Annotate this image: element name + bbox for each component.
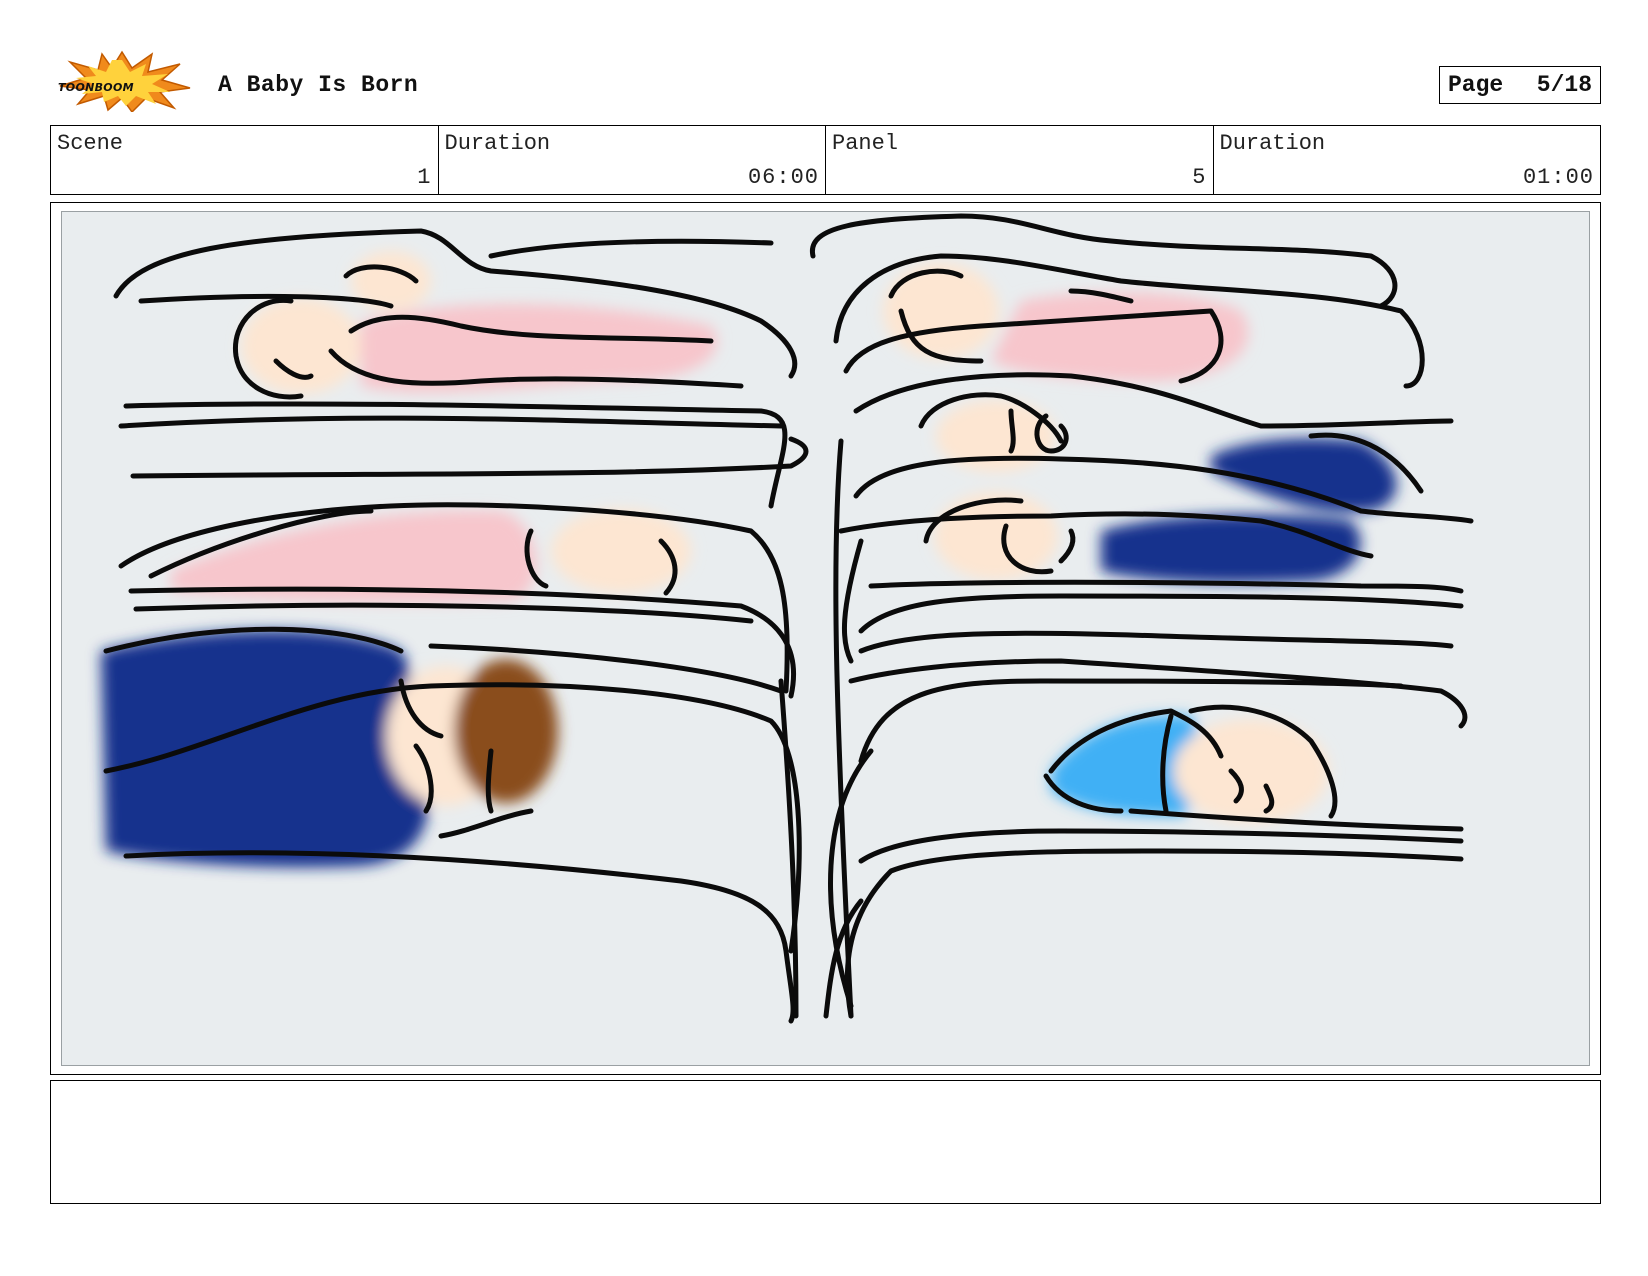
scene-cell: Scene 1	[51, 126, 439, 194]
toonboom-logo: TOONBOOM	[58, 50, 191, 112]
scene-duration-label: Duration	[444, 131, 551, 156]
scene-label: Scene	[57, 131, 124, 156]
panel-value: 5	[1192, 165, 1207, 190]
action-notes-box	[50, 1080, 1601, 1204]
panel-label: Panel	[832, 131, 899, 156]
baby-head-left-top	[241, 298, 361, 394]
scene-duration-cell: Duration 06:00	[439, 126, 826, 194]
page-label: Page	[1448, 72, 1504, 98]
scene-value: 1	[417, 165, 432, 190]
scene-duration-value: 06:00	[747, 165, 819, 190]
baby-hair-left-bottom	[454, 659, 558, 803]
panel-duration-value: 01:00	[1522, 165, 1594, 190]
logo-text: TOONBOOM	[58, 81, 134, 94]
page-number: 5/18	[1536, 72, 1592, 98]
panel-duration-label: Duration	[1219, 131, 1326, 156]
navy-blanket-right-mid-2	[1101, 514, 1361, 583]
panel-cell: Panel 5	[826, 126, 1214, 194]
scene-info-bar: Scene 1 Duration 06:00 Panel 5 Duration …	[50, 125, 1601, 195]
panel-sketch	[61, 211, 1590, 1066]
baby-head-right-mid-2	[934, 492, 1058, 580]
storyboard-panel	[50, 202, 1601, 1075]
panel-duration-cell: Duration 01:00	[1214, 126, 1601, 194]
project-title: A Baby Is Born	[218, 72, 419, 98]
navy-blanket-left-bottom	[101, 630, 429, 868]
page-indicator: Page 5/18	[1439, 66, 1601, 104]
